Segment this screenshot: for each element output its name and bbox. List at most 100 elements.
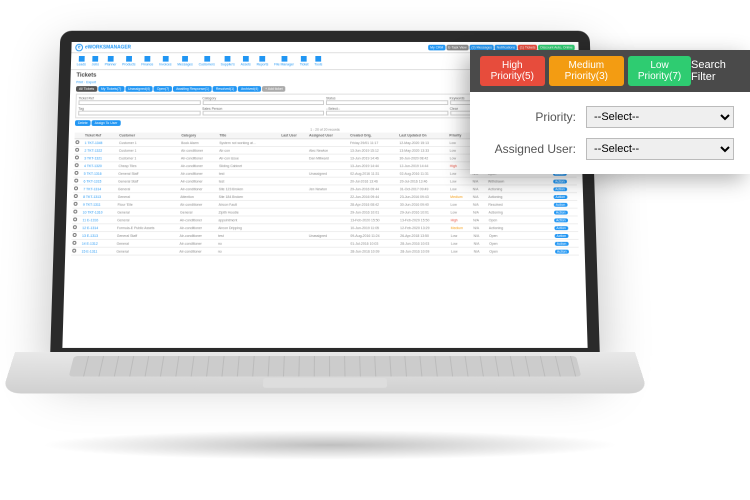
tab[interactable]: Archived(4) xyxy=(238,86,261,92)
ticket-ref[interactable]: 2 TKT-1322 xyxy=(83,146,118,154)
popup-title: Search Filter xyxy=(691,59,740,83)
cell-created: Friday 29/01 11:17 xyxy=(349,139,398,147)
row-checkbox[interactable] xyxy=(72,232,82,240)
high-priority-button[interactable]: High Priority(5) xyxy=(480,56,545,86)
nav-item-messages[interactable]: Messages xyxy=(177,56,193,66)
cell-customer: General xyxy=(117,193,180,201)
row-checkbox[interactable] xyxy=(74,162,84,170)
filter-input[interactable] xyxy=(326,100,448,105)
delete-button[interactable]: Delete xyxy=(75,120,91,126)
row-checkbox[interactable] xyxy=(74,154,84,162)
filter-input[interactable] xyxy=(326,111,448,116)
action-button[interactable]: Action xyxy=(554,218,568,222)
row-checkbox[interactable] xyxy=(72,216,82,224)
cell-priority: Low xyxy=(450,239,473,247)
ticket-ref[interactable]: 12 E-1314 xyxy=(81,224,116,232)
ticket-ref[interactable]: 14 E-1312 xyxy=(81,239,116,247)
tab[interactable]: Awaiting Response(1) xyxy=(173,86,212,92)
nav-item-ticket[interactable]: Ticket xyxy=(300,56,309,66)
nav-label: Finance xyxy=(141,63,153,67)
row-checkbox[interactable] xyxy=(72,200,82,208)
filter-input[interactable] xyxy=(78,111,200,116)
row-checkbox[interactable] xyxy=(71,247,81,255)
priority-select[interactable]: --Select-- xyxy=(586,106,734,128)
action-button[interactable]: Action xyxy=(555,241,569,245)
ticket-ref[interactable]: 5 TKT-1316 xyxy=(83,170,118,178)
nav-item-invoices[interactable]: Invoices xyxy=(159,56,172,66)
tab[interactable]: Unassigned(4) xyxy=(125,86,153,92)
ticket-ref[interactable]: 9 TKT-1311 xyxy=(82,200,117,208)
table-row: 11 E-1316GeneralAir-conditionerappointme… xyxy=(72,216,578,224)
ticket-ref[interactable]: 7 TKT-1314 xyxy=(82,185,117,193)
action-button[interactable]: Action xyxy=(553,187,567,191)
ticket-ref[interactable]: 15 E-1311 xyxy=(81,247,116,255)
table-row: 10 TKT-1310GeneralGeneralZipith Hoodie29… xyxy=(72,208,577,216)
cell-lastuser xyxy=(280,208,308,216)
cell-assigned: Unassigned xyxy=(308,170,349,178)
nav-item-reports[interactable]: Reports xyxy=(257,56,269,66)
nav-item-tools[interactable]: Tools xyxy=(314,56,322,66)
filter-field: --Select-- xyxy=(326,107,448,116)
row-checkbox[interactable] xyxy=(74,139,84,147)
ticket-ref[interactable]: 6 TKT-1315 xyxy=(83,177,118,185)
cell-updated: 30-Jun-2020 08:42 xyxy=(398,154,448,162)
filter-input[interactable] xyxy=(202,100,324,105)
ticket-ref[interactable]: 11 E-1316 xyxy=(81,216,116,224)
nav-item-finance[interactable]: Finance xyxy=(141,56,153,66)
top-tag[interactable]: E-Task View xyxy=(446,44,468,50)
tab[interactable]: Open(7) xyxy=(154,86,172,92)
nav-item-planner[interactable]: Planner xyxy=(105,56,117,66)
row-checkbox[interactable] xyxy=(72,224,82,232)
ticket-ref[interactable]: 4 TKT-1320 xyxy=(83,162,118,170)
cell-created: 20-Jul-2016 13:46 xyxy=(349,177,399,185)
app-logo[interactable]: e eWORKSMANAGER xyxy=(75,43,131,50)
low-priority-button[interactable]: Low Priority(7) xyxy=(628,56,691,86)
nav-item-customers[interactable]: Customers xyxy=(199,56,215,66)
ticket-ref[interactable]: 8 TKT-1313 xyxy=(82,193,117,201)
top-tag[interactable]: My CRM xyxy=(428,44,445,50)
cell-assigned xyxy=(308,208,349,216)
nav-label: Reports xyxy=(257,63,269,67)
row-checkbox[interactable] xyxy=(74,146,84,154)
ticket-ref[interactable]: 10 TKT-1310 xyxy=(82,208,117,216)
nav-item-assets[interactable]: Assets xyxy=(241,56,251,66)
logo-icon: e xyxy=(75,43,83,50)
tab[interactable]: All Tickets xyxy=(76,86,97,92)
action-button[interactable]: Action xyxy=(554,202,568,206)
tab[interactable]: + Add ticket xyxy=(262,86,285,92)
nav-icon xyxy=(243,56,249,62)
tab[interactable]: My Tickets(7) xyxy=(98,86,124,92)
action-button[interactable]: Action xyxy=(554,226,568,230)
nav-item-suppliers[interactable]: Suppliers xyxy=(221,56,235,66)
action-button[interactable]: Action xyxy=(553,195,567,199)
export-link[interactable]: Export xyxy=(86,80,96,84)
row-checkbox[interactable] xyxy=(73,170,83,178)
row-checkbox[interactable] xyxy=(71,239,81,247)
ticket-ref[interactable]: 3 TKT-1321 xyxy=(83,154,118,162)
action-button[interactable]: Action xyxy=(553,179,567,183)
tab[interactable]: Resolved(1) xyxy=(213,86,237,92)
row-checkbox[interactable] xyxy=(73,177,83,185)
assign-button[interactable]: Assign To User xyxy=(92,120,121,126)
row-checkbox[interactable] xyxy=(73,193,83,201)
nav-item-products[interactable]: Products xyxy=(122,56,136,66)
nav-item-jobs[interactable]: Jobs xyxy=(92,56,99,66)
assigned-user-select[interactable]: --Select-- xyxy=(586,138,734,160)
filter-input[interactable] xyxy=(202,111,324,116)
print-link[interactable]: Print xyxy=(76,80,83,84)
filter-input[interactable] xyxy=(78,100,200,105)
action-button[interactable]: Action xyxy=(554,210,568,214)
ticket-ref[interactable]: 13 E-1313 xyxy=(81,232,116,240)
row-checkbox[interactable] xyxy=(73,185,83,193)
nav-item-leads[interactable]: Leads xyxy=(77,56,87,66)
ticket-ref[interactable]: 1 TKT-1345 xyxy=(84,139,119,147)
cell-priority: Medium xyxy=(450,224,473,232)
row-checkbox[interactable] xyxy=(72,208,82,216)
medium-priority-button[interactable]: Medium Priority(3) xyxy=(549,56,625,86)
action-button[interactable]: Action xyxy=(555,249,569,253)
cell-created: 13-Jun-2019 15:12 xyxy=(349,146,398,154)
cell-created: 13-Jun-2019 14:46 xyxy=(349,154,398,162)
nav-item-file-manager[interactable]: File Manager xyxy=(274,56,294,66)
action-button[interactable]: Action xyxy=(554,234,568,238)
nav-label: Products xyxy=(122,63,135,67)
